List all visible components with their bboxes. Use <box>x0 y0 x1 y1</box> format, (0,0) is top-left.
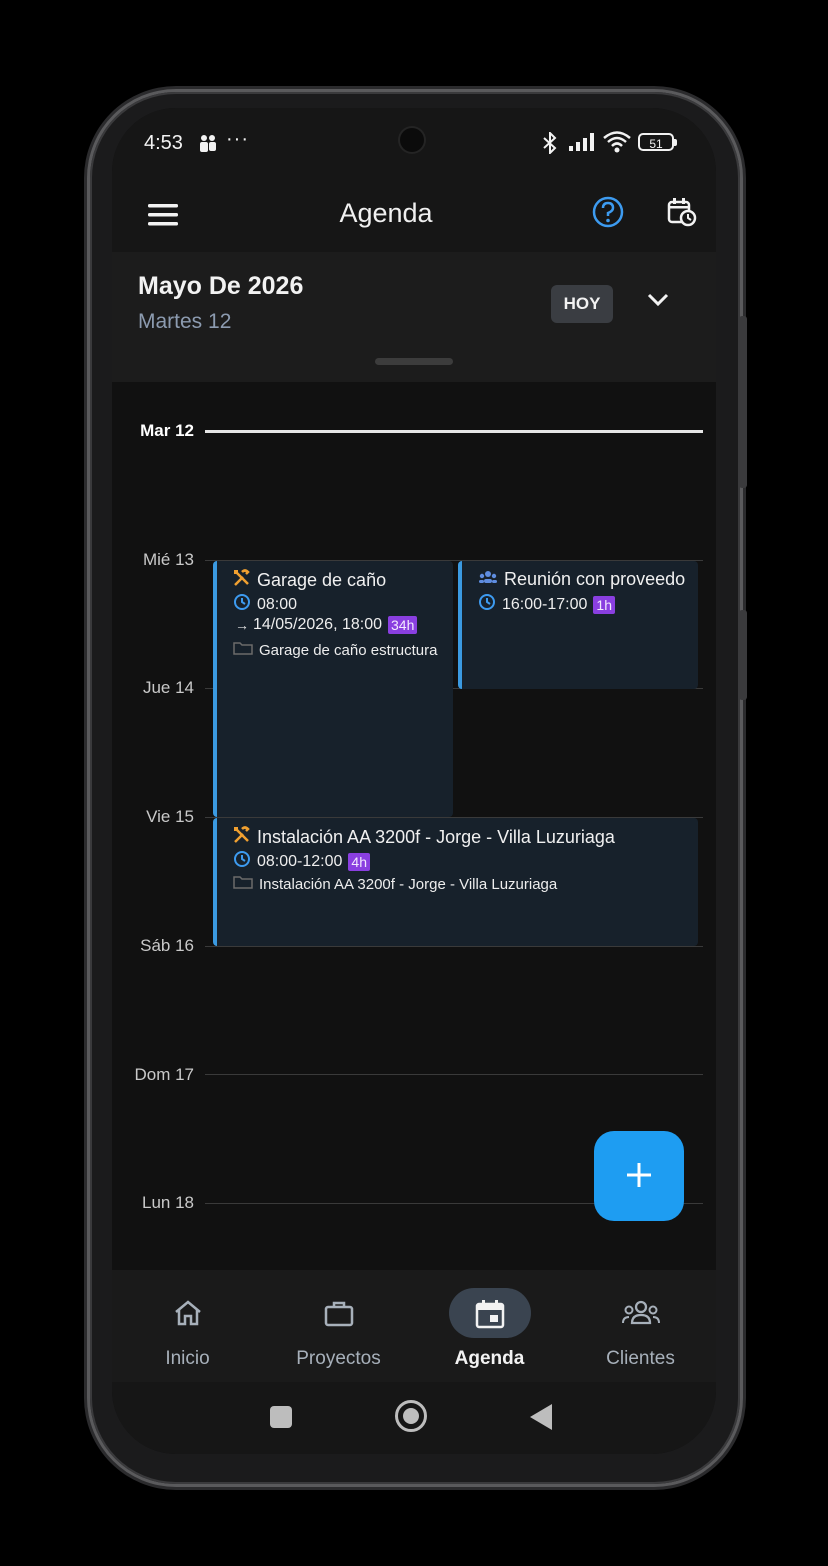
event-title: Garage de caño <box>257 570 387 590</box>
event-project-row: Instalación AA 3200f - Jorge - Villa Luz… <box>233 875 557 894</box>
event-card[interactable]: Reunión con proveedo 16:00-17:00 1h <box>458 561 698 689</box>
briefcase-icon <box>324 1301 354 1327</box>
app-bar: Agenda <box>112 180 716 252</box>
event-time-row: 08:00-12:00 4h <box>233 850 370 873</box>
day-label: Vie 15 <box>146 807 194 826</box>
volume-button <box>739 316 747 488</box>
calendar-icon <box>475 1300 505 1329</box>
status-time: 4:53 <box>144 132 183 154</box>
people-icon <box>622 1300 660 1325</box>
event-card[interactable]: Instalación AA 3200f - Jorge - Villa Luz… <box>213 818 698 946</box>
day-label: Mié 13 <box>142 550 194 569</box>
event-title: Reunión con proveedo <box>504 569 686 589</box>
event-end-row: → 14/05/2026, 18:00 34h <box>235 616 418 634</box>
month-header: Mayo De 2026 Martes 12 HOY <box>112 252 716 382</box>
event-title: Instalación AA 3200f - Jorge - Villa Luz… <box>257 827 615 847</box>
day-line <box>205 1074 703 1075</box>
event-time-row: 08:00 <box>233 593 297 616</box>
nav-icon-container <box>298 1288 380 1338</box>
event-title-row: Instalación AA 3200f - Jorge - Villa Luz… <box>233 826 615 849</box>
help-icon[interactable] <box>590 194 626 235</box>
nav-icon-container <box>600 1288 682 1338</box>
nav-icon-container <box>449 1288 531 1338</box>
system-navigation <box>112 1382 716 1454</box>
phone-screen: 4:53 ··· 51 Agenda Mayo De 2026 Martes 1… <box>112 108 716 1454</box>
event-project: Garage de caño estructura <box>259 642 438 659</box>
battery-indicator: 51 <box>638 133 677 151</box>
tools-icon <box>233 826 251 849</box>
duration-badge: 1h <box>593 595 615 614</box>
event-project: Instalación AA 3200f - Jorge - Villa Luz… <box>259 876 558 893</box>
event-title-row: Garage de caño <box>233 569 386 592</box>
front-camera <box>400 128 424 152</box>
teams-notification-icon <box>198 134 218 159</box>
event-end: 14/05/2026, 18:00 <box>253 616 383 633</box>
nav-item-inicio[interactable]: Inicio <box>112 1286 263 1378</box>
clock-icon <box>478 593 496 616</box>
status-bar: 4:53 ··· 51 <box>112 108 716 180</box>
more-notifications-icon: ··· <box>226 128 249 150</box>
event-title-row: Reunión con proveedo <box>478 569 685 590</box>
arrow-right-icon: → <box>235 617 249 633</box>
bluetooth-icon <box>540 130 560 159</box>
today-button[interactable]: HOY <box>551 285 613 323</box>
signal-icon <box>568 132 598 157</box>
page-title: Agenda <box>339 198 433 228</box>
event-time: 08:00-12:00 <box>257 852 343 870</box>
folder-icon <box>233 875 253 894</box>
clock-icon <box>233 850 251 873</box>
calendar-clock-icon[interactable] <box>666 196 698 233</box>
day-label: Lun 18 <box>142 1193 194 1212</box>
chevron-down-icon[interactable] <box>646 292 670 313</box>
folder-icon <box>233 641 253 660</box>
current-month: Mayo De 2026 <box>138 272 304 300</box>
duration-badge: 34h <box>388 616 418 634</box>
day-label: Mar 12 <box>140 421 194 440</box>
today-line <box>205 430 703 433</box>
nav-item-agenda[interactable]: Agenda <box>414 1286 565 1378</box>
nav-label: Clientes <box>606 1348 675 1369</box>
back-button[interactable] <box>530 1404 552 1430</box>
nav-icon-container <box>147 1288 229 1338</box>
power-button <box>739 610 747 700</box>
current-day: Martes 12 <box>138 310 232 333</box>
plus-icon <box>624 1162 654 1193</box>
tools-icon <box>233 569 251 592</box>
nav-label: Inicio <box>165 1348 210 1369</box>
event-time-row: 16:00-17:00 1h <box>478 593 615 616</box>
clock-icon <box>233 593 251 616</box>
event-card[interactable]: Garage de caño 08:00 → 14/05/2026, 18:00… <box>213 561 453 817</box>
wifi-icon <box>602 130 632 159</box>
home-button[interactable] <box>395 1400 427 1432</box>
event-project-row: Garage de caño estructura <box>233 641 437 660</box>
day-label: Dom 17 <box>134 1065 194 1084</box>
day-label: Sáb 16 <box>140 936 194 955</box>
bottom-navigation: Inicio Proyectos Agenda Clientes <box>112 1270 716 1382</box>
nav-label: Proyectos <box>296 1348 381 1369</box>
nav-label: Agenda <box>454 1348 525 1369</box>
add-event-button[interactable] <box>594 1131 684 1221</box>
day-label: Jue 14 <box>142 678 194 697</box>
day-line <box>205 946 703 947</box>
group-icon <box>478 570 498 589</box>
recent-apps-button[interactable] <box>270 1406 292 1428</box>
duration-badge: 4h <box>348 852 370 871</box>
event-time: 08:00 <box>257 595 298 613</box>
event-time: 16:00-17:00 <box>502 595 588 613</box>
drag-handle[interactable] <box>375 358 453 365</box>
nav-item-clientes[interactable]: Clientes <box>565 1286 716 1378</box>
nav-item-proyectos[interactable]: Proyectos <box>263 1286 414 1378</box>
home-icon <box>175 1300 201 1326</box>
